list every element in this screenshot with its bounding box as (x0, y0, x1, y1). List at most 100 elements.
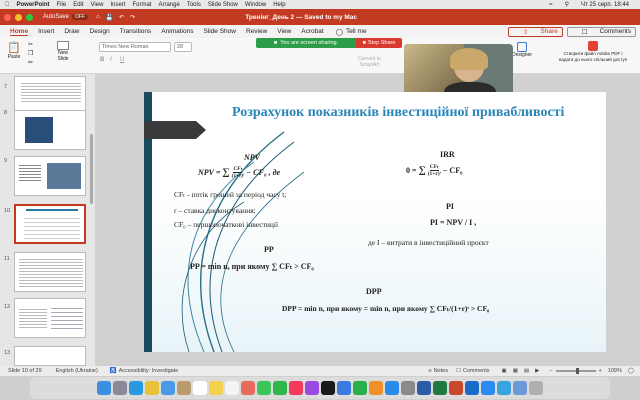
tell-me-search[interactable]: Tell me (346, 28, 367, 35)
tab-transitions[interactable]: Transitions (120, 28, 152, 35)
menu-slideshow[interactable]: Slide Show (208, 2, 238, 8)
messages-icon[interactable] (257, 381, 271, 395)
minimize-window-button[interactable] (15, 13, 22, 21)
facetime-icon[interactable] (273, 381, 287, 395)
excel-icon[interactable] (433, 381, 447, 395)
finder-icon[interactable] (97, 381, 111, 395)
clock[interactable]: Чт 25 серп. 18:44 (581, 2, 629, 8)
convert-smartart-button[interactable]: Convert to SmartArt (358, 56, 381, 68)
notes-button[interactable]: Notes (434, 368, 448, 374)
app-store-icon[interactable] (385, 381, 399, 395)
menu-tools[interactable]: Tools (187, 2, 201, 8)
slide[interactable]: Розрахунок показників інвестиційної прив… (144, 92, 606, 352)
menu-file[interactable]: File (57, 2, 67, 8)
menu-window[interactable]: Window (245, 2, 266, 8)
tab-review[interactable]: Review (246, 28, 267, 35)
numbers-icon[interactable] (353, 381, 367, 395)
powerpoint-icon[interactable] (449, 381, 463, 395)
launchpad-icon[interactable] (113, 381, 127, 395)
save-icon[interactable]: 💾 (106, 14, 113, 21)
tv-icon[interactable] (321, 381, 335, 395)
telegram-icon[interactable] (497, 381, 511, 395)
chrome-icon[interactable] (145, 381, 159, 395)
trash-icon[interactable] (529, 381, 543, 395)
search-icon[interactable]: ⚲ (565, 1, 569, 8)
font-name-select[interactable]: Times New Roman (99, 42, 171, 52)
redo-icon[interactable]: ↷ (130, 14, 135, 21)
podcasts-icon[interactable] (305, 381, 319, 395)
italic-button[interactable]: I (110, 57, 112, 63)
home-icon[interactable]: ⌂ (96, 14, 100, 20)
slide-thumbnails-pane[interactable]: 7 8 9 10 11 12 13 (0, 74, 95, 366)
zoom-level[interactable]: 109% (608, 368, 622, 374)
tab-draw[interactable]: Draw (64, 28, 79, 35)
slide-thumbnail-9[interactable] (14, 156, 86, 196)
menu-edit[interactable]: Edit (73, 2, 83, 8)
zoom-slider-knob[interactable] (575, 368, 579, 374)
underline-button[interactable]: U (120, 57, 124, 63)
reading-view-icon[interactable]: ▤ (524, 368, 529, 374)
share-button[interactable]: ⇧ Share (507, 26, 563, 37)
new-slide-button[interactable]: New Slide (54, 41, 72, 71)
wifi-icon[interactable]: ≈ (549, 2, 552, 8)
cut-icon[interactable]: ✂ (28, 41, 33, 48)
notes-app-icon[interactable] (209, 381, 223, 395)
close-window-button[interactable] (4, 13, 11, 21)
tab-slideshow[interactable]: Slide Show (203, 28, 236, 35)
zoom-app-icon[interactable] (481, 381, 495, 395)
slide-thumbnail-12[interactable] (14, 298, 86, 338)
stop-share-button[interactable]: ■ Stop Share (356, 38, 402, 48)
comments-button[interactable]: ☐ Comments (566, 26, 636, 37)
copy-icon[interactable]: ❐ (28, 50, 33, 57)
zoom-window-button[interactable] (26, 13, 33, 21)
adobe-pdf-button[interactable]: Створити файл Adobe PDF і надати до ньог… (550, 41, 636, 62)
safari-icon[interactable] (129, 381, 143, 395)
zoom-in-button[interactable]: + (599, 368, 602, 374)
pages-icon[interactable] (369, 381, 383, 395)
format-painter-icon[interactable]: ✏ (28, 59, 33, 66)
menu-format[interactable]: Format (132, 2, 151, 8)
slide-thumbnail-13[interactable] (14, 346, 86, 366)
font-size-select[interactable]: 28 (174, 42, 192, 52)
zoom-slider[interactable] (555, 368, 596, 374)
calendar-icon[interactable] (193, 381, 207, 395)
menu-help[interactable]: Help (273, 2, 285, 8)
tab-home[interactable]: Home (10, 28, 29, 36)
autosave-toggle[interactable]: OFF (72, 14, 89, 20)
apple-icon[interactable]:  (5, 2, 10, 8)
menu-arrange[interactable]: Arrange (158, 2, 179, 8)
tab-acrobat[interactable]: Acrobat (301, 28, 323, 35)
fit-slide-icon[interactable]: ◯ (628, 368, 634, 374)
designer-button[interactable]: Designer (510, 42, 534, 58)
keynote-icon[interactable] (337, 381, 351, 395)
menu-insert[interactable]: Insert (110, 2, 125, 8)
normal-view-icon[interactable]: ▣ (501, 368, 506, 374)
slide-thumbnail-11[interactable] (14, 252, 86, 292)
tab-insert[interactable]: Insert (38, 28, 54, 35)
reminders-icon[interactable] (225, 381, 239, 395)
bold-button[interactable]: B (100, 57, 104, 63)
menu-app-name[interactable]: PowerPoint (17, 2, 50, 8)
tab-view[interactable]: View (277, 28, 291, 35)
mail-icon[interactable] (161, 381, 175, 395)
tab-design[interactable]: Design (90, 28, 110, 35)
paste-button[interactable]: 📋 Paste (4, 41, 24, 63)
photos-icon[interactable] (241, 381, 255, 395)
outlook-icon[interactable] (465, 381, 479, 395)
contacts-icon[interactable] (177, 381, 191, 395)
slide-thumbnail-10-selected[interactable] (14, 204, 86, 244)
language-indicator[interactable]: English (Ukraine) (56, 368, 98, 374)
accessibility-status[interactable]: Accessibility: Investigate (119, 368, 179, 374)
slide-thumbnail-8[interactable] (14, 110, 86, 150)
tab-animations[interactable]: Animations (161, 28, 193, 35)
sorter-view-icon[interactable]: ▦ (513, 368, 518, 374)
slideshow-view-icon[interactable]: ▶ (535, 368, 539, 374)
menu-view[interactable]: View (91, 2, 104, 8)
zoom-out-button[interactable]: − (549, 368, 552, 374)
word-icon[interactable] (417, 381, 431, 395)
downloads-icon[interactable] (513, 381, 527, 395)
system-preferences-icon[interactable] (401, 381, 415, 395)
music-icon[interactable] (289, 381, 303, 395)
thumbnails-scrollbar[interactable] (90, 134, 93, 204)
undo-icon[interactable]: ↶ (119, 14, 124, 21)
